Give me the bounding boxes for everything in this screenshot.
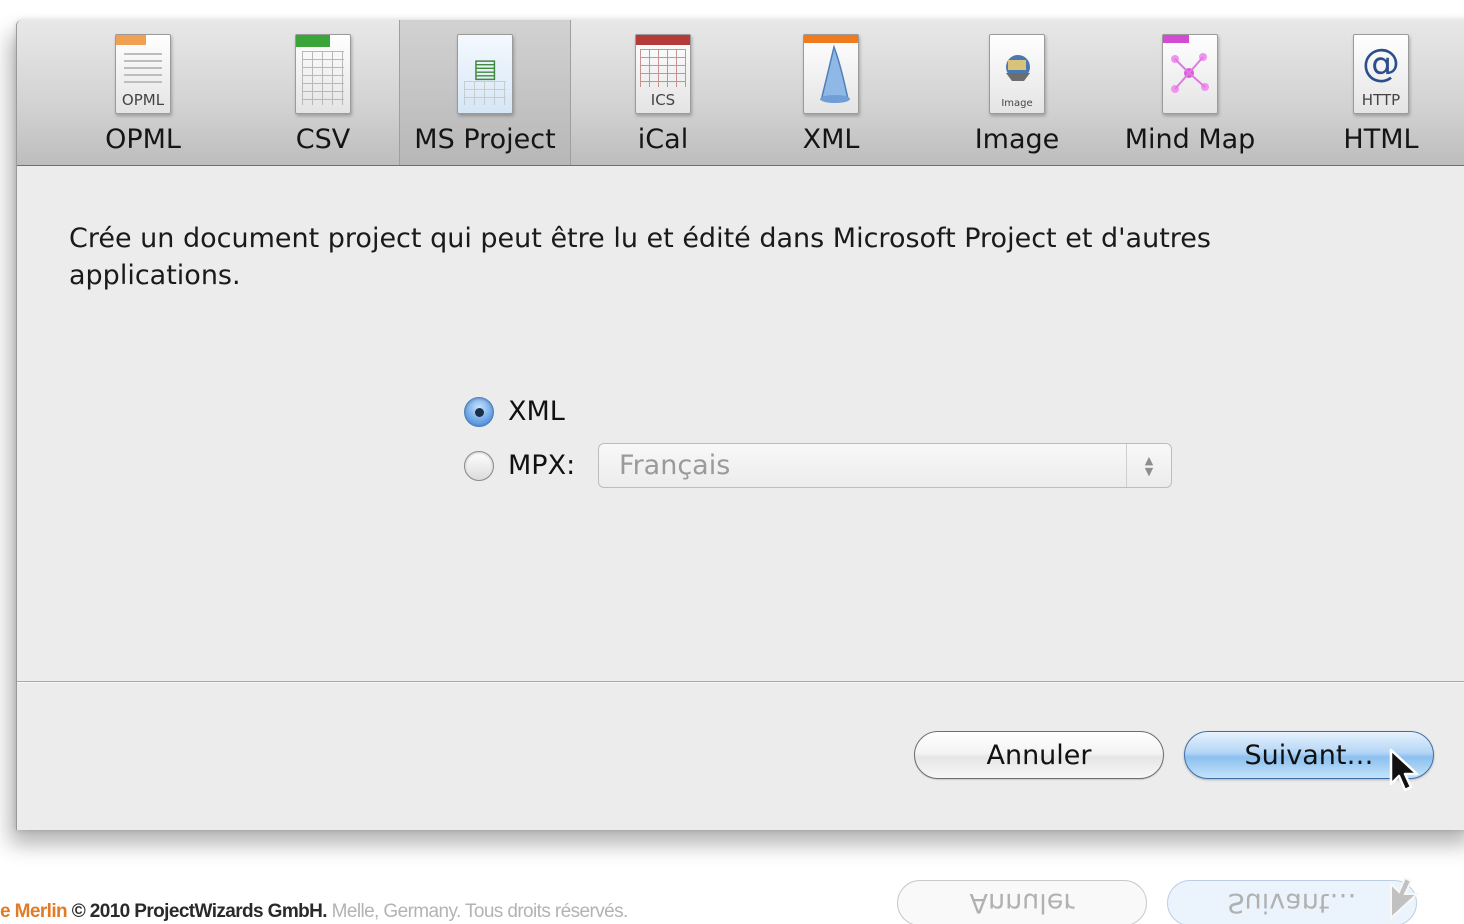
footer-divider bbox=[17, 681, 1464, 683]
tab-ical[interactable]: ICS iCal bbox=[613, 20, 713, 165]
footer-copyright: © 2010 ProjectWizards GmbH. bbox=[71, 901, 328, 922]
ical-file-icon: ICS bbox=[629, 34, 697, 116]
format-description: Crée un document project qui peut être l… bbox=[69, 223, 1211, 291]
tab-ms-project[interactable]: ▤ MS Project bbox=[399, 20, 571, 165]
mouse-pointer-reflection-icon bbox=[1390, 878, 1420, 920]
tab-html[interactable]: @ HTTP HTML bbox=[1329, 20, 1433, 165]
mpx-radio-label: MPX: bbox=[508, 450, 576, 481]
next-button-reflection: Suivant… bbox=[1167, 880, 1417, 924]
xml-radio-label: XML bbox=[508, 396, 565, 427]
html-file-icon: @ HTTP bbox=[1347, 34, 1415, 116]
tab-image[interactable]: Image Image bbox=[965, 20, 1069, 165]
option-xml[interactable]: XML bbox=[464, 396, 565, 427]
tab-ical-label: iCal bbox=[637, 124, 689, 155]
tab-csv-label: CSV bbox=[295, 124, 351, 155]
csv-file-icon bbox=[289, 34, 357, 116]
select-arrows-icon: ▲ ▼ bbox=[1126, 444, 1171, 487]
tab-mind-map-label: Mind Map bbox=[1124, 124, 1256, 155]
mind-map-file-icon bbox=[1156, 34, 1224, 116]
xml-radio[interactable] bbox=[464, 396, 494, 427]
export-format-toolbar: OPML OPML CSV ▤ MS Project ICS iCal XML … bbox=[17, 20, 1464, 166]
mouse-pointer-icon bbox=[1389, 748, 1419, 792]
xml-file-icon bbox=[797, 34, 865, 116]
image-file-icon: Image bbox=[983, 34, 1051, 116]
copyright-footer: e Merlin © 2010 ProjectWizards GmbH. Mel… bbox=[0, 900, 628, 924]
footer-place: Melle, Germany. Tous droits réservés. bbox=[331, 901, 629, 922]
mpx-language-select[interactable]: Français ▲ ▼ bbox=[598, 443, 1172, 488]
tab-html-label: HTML bbox=[1343, 124, 1419, 155]
ms-project-file-icon: ▤ bbox=[451, 34, 519, 116]
opml-file-icon: OPML bbox=[109, 34, 177, 116]
mpx-radio[interactable] bbox=[464, 450, 494, 481]
buttons-reflection: Annuler Suivant… bbox=[897, 878, 1437, 924]
export-dialog-window: OPML OPML CSV ▤ MS Project ICS iCal XML … bbox=[16, 20, 1464, 830]
tab-xml[interactable]: XML bbox=[781, 20, 881, 165]
footer-brand: e Merlin bbox=[0, 901, 68, 922]
tab-csv[interactable]: CSV bbox=[273, 20, 373, 165]
tab-opml-label: OPML bbox=[105, 124, 181, 155]
tab-mind-map[interactable]: Mind Map bbox=[1115, 20, 1265, 165]
cancel-button-reflection: Annuler bbox=[897, 880, 1147, 924]
option-mpx[interactable]: MPX: bbox=[464, 450, 575, 481]
mpx-language-value: Français bbox=[619, 450, 731, 481]
tab-ms-project-label: MS Project bbox=[414, 124, 556, 155]
tab-xml-label: XML bbox=[802, 124, 860, 155]
cancel-button[interactable]: Annuler bbox=[914, 731, 1164, 779]
tab-opml[interactable]: OPML OPML bbox=[93, 20, 193, 165]
tab-image-label: Image bbox=[974, 124, 1060, 155]
